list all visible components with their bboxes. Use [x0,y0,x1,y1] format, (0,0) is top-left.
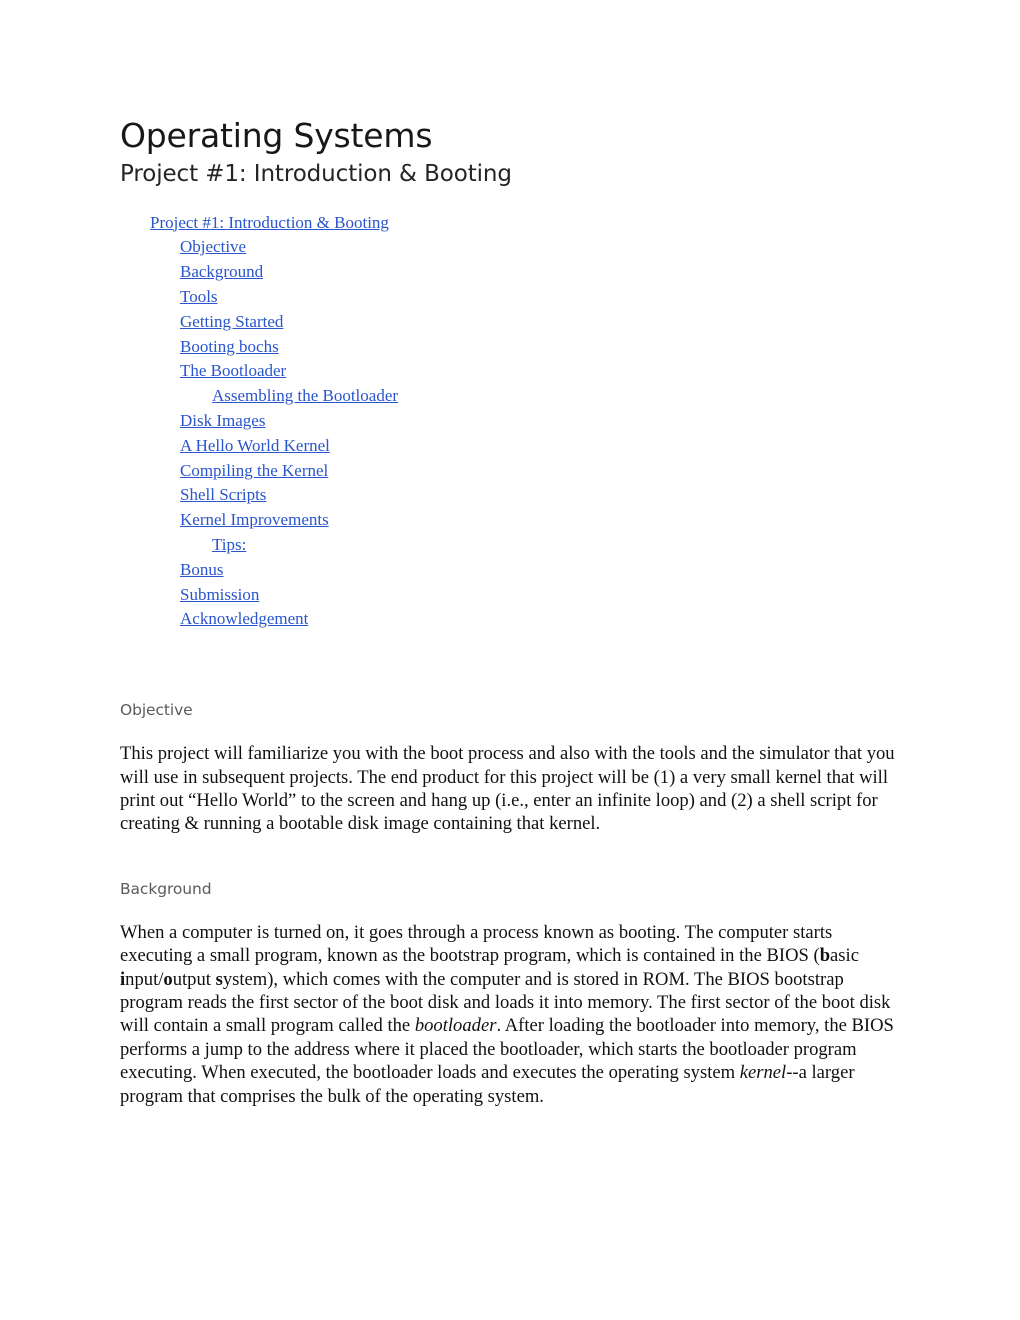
background-text-after-i: nput/ [125,968,164,990]
bold-letter-s: s [215,968,223,990]
document-title: Operating Systems [120,116,433,155]
background-paragraph: When a computer is turned on, it goes th… [120,921,898,1108]
italic-bootloader: bootloader [414,1015,497,1037]
toc-item: Project #1: Introduction & Booting [120,211,900,236]
toc-item: Submission [120,583,900,608]
toc-link-disk-images[interactable]: Disk Images [180,411,265,430]
toc-link-submission[interactable]: Submission [180,585,259,604]
table-of-contents: Project #1: Introduction & Booting Objec… [120,211,900,633]
toc-link-a-hello-world-kernel[interactable]: A Hello World Kernel [180,436,330,455]
objective-paragraph: This project will familiarize you with t… [120,743,895,835]
toc-item: Kernel Improvements [120,508,900,533]
toc-item: Background [120,260,900,285]
toc-link-assembling-the-bootloader[interactable]: Assembling the Bootloader [212,386,398,405]
section-heading-background: Background [120,879,212,898]
section-heading-objective: Objective [120,701,193,720]
italic-kernel: kernel [739,1062,787,1084]
toc-link-booting-bochs[interactable]: Booting bochs [180,337,279,356]
toc-link-bonus[interactable]: Bonus [180,560,223,579]
document-subtitle: Project #1: Introduction & Booting [120,160,512,187]
toc-item: Tips: [120,533,900,558]
document-page: Operating Systems Project #1: Introducti… [0,0,1020,1320]
toc-item: Tools [120,285,900,310]
toc-link-tips[interactable]: Tips: [212,535,246,554]
toc-link-background[interactable]: Background [180,262,263,281]
background-text-part1: When a computer is turned on, it goes th… [120,921,833,967]
toc-item: The Bootloader [120,359,900,384]
toc-item: Booting bochs [120,335,900,360]
toc-link-objective[interactable]: Objective [180,237,246,256]
toc-item: Objective [120,235,900,260]
toc-item: Disk Images [120,409,900,434]
toc-link-project-1[interactable]: Project #1: Introduction & Booting [150,213,389,232]
toc-item: Bonus [120,558,900,583]
toc-item: Shell Scripts [120,483,900,508]
toc-link-kernel-improvements[interactable]: Kernel Improvements [180,510,329,529]
toc-link-shell-scripts[interactable]: Shell Scripts [180,485,266,504]
toc-link-acknowledgement[interactable]: Acknowledgement [180,609,308,628]
document-content: Operating Systems Project #1: Introducti… [120,116,900,1108]
toc-item: Acknowledgement [120,607,900,632]
bold-letter-o: o [163,968,173,990]
toc-link-compiling-the-kernel[interactable]: Compiling the Kernel [180,461,328,480]
toc-item: Getting Started [120,310,900,335]
background-text-after-o: utput [172,968,216,990]
bold-letter-b: b [819,945,831,967]
toc-link-the-bootloader[interactable]: The Bootloader [180,361,286,380]
toc-item: Assembling the Bootloader [120,384,900,409]
toc-link-tools[interactable]: Tools [180,287,218,306]
toc-item: A Hello World Kernel [120,434,900,459]
background-text-after-b: asic [830,945,859,967]
toc-item: Compiling the Kernel [120,459,900,484]
toc-link-getting-started[interactable]: Getting Started [180,312,283,331]
